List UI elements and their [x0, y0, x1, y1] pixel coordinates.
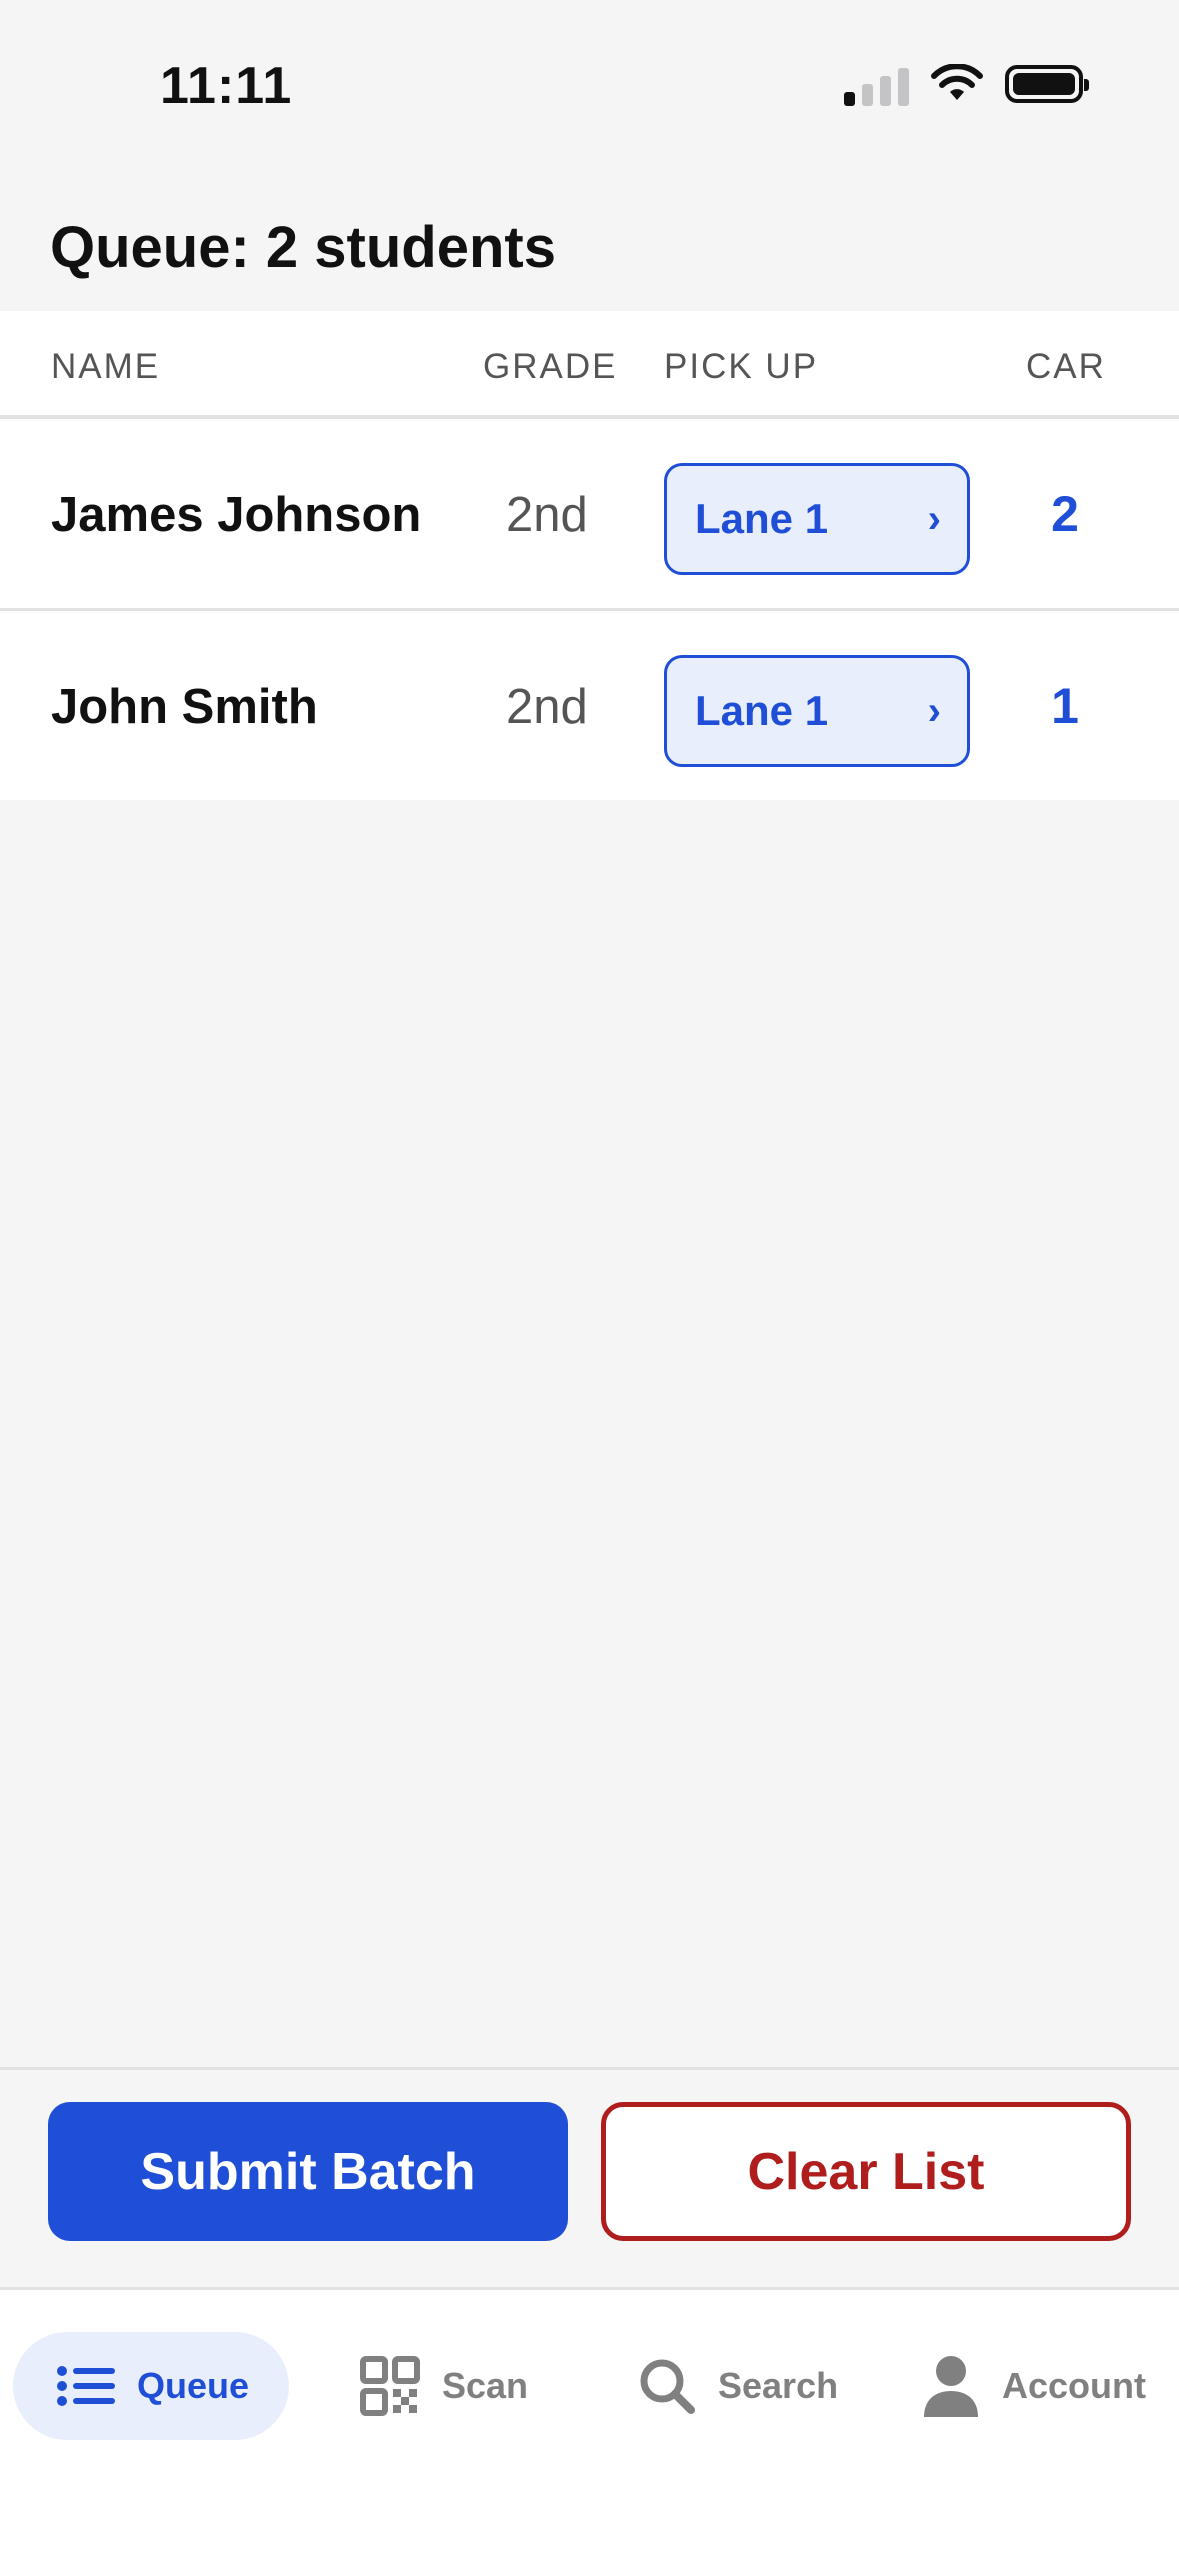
status-bar: 11:11: [0, 0, 1179, 150]
list-icon: [57, 2366, 115, 2406]
car-number: 1: [1051, 678, 1079, 734]
chevron-right-icon: ›: [927, 496, 941, 541]
action-bar: Submit Batch Clear List: [0, 2067, 1179, 2290]
column-header-grade: GRADE: [483, 347, 618, 386]
table-row: James Johnson 2nd Lane 1 › 2: [0, 419, 1179, 611]
qr-code-icon: [360, 2356, 420, 2416]
page-title: Queue: 2 students: [50, 215, 556, 280]
tab-label: Queue: [137, 2365, 250, 2406]
tab-label: Scan: [442, 2365, 529, 2406]
student-name: John Smith: [51, 680, 318, 734]
column-header-car: CAR: [1026, 347, 1106, 386]
status-time: 11:11: [160, 57, 293, 115]
pickup-lane-button[interactable]: Lane 1 ›: [664, 655, 970, 767]
submit-batch-button[interactable]: Submit Batch: [48, 2102, 568, 2241]
chevron-right-icon: ›: [927, 688, 941, 733]
status-icons: [844, 62, 1089, 106]
wifi-icon: [931, 64, 983, 100]
tab-search[interactable]: Search: [638, 2332, 838, 2440]
table-header: NAME GRADE PICK UP CAR: [0, 311, 1179, 419]
tab-label: Account: [1002, 2365, 1146, 2406]
battery-icon: [1005, 65, 1089, 103]
tab-label: Search: [718, 2365, 839, 2406]
tab-scan[interactable]: Scan: [360, 2332, 528, 2440]
cellular-signal-icon: [844, 62, 909, 106]
car-number: 2: [1051, 486, 1079, 542]
clear-list-button[interactable]: Clear List: [601, 2102, 1131, 2241]
pickup-lane-button[interactable]: Lane 1 ›: [664, 463, 970, 575]
student-name: James Johnson: [51, 488, 422, 542]
student-grade: 2nd: [506, 488, 588, 542]
queue-table: NAME GRADE PICK UP CAR James Johnson 2nd…: [0, 311, 1179, 800]
table-row: John Smith 2nd Lane 1 › 1: [0, 611, 1179, 800]
tab-bar: Queue Scan Search Account: [0, 2290, 1179, 2556]
tab-account[interactable]: Account: [922, 2332, 1146, 2440]
person-icon: [924, 2356, 978, 2417]
pickup-lane-label: Lane 1: [695, 495, 829, 542]
pickup-lane-label: Lane 1: [695, 687, 829, 734]
column-header-name: NAME: [51, 347, 161, 386]
search-icon: [640, 2359, 695, 2414]
column-header-pickup: PICK UP: [664, 347, 819, 386]
student-grade: 2nd: [506, 680, 588, 734]
tab-queue[interactable]: Queue: [13, 2332, 290, 2440]
